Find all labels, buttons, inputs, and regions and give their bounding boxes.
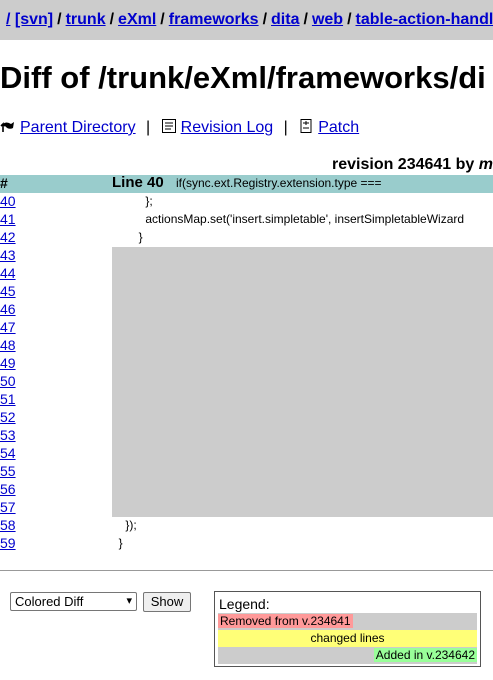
breadcrumb-exml-link[interactable]: eXml	[118, 11, 156, 28]
nav-divider: |	[146, 119, 151, 136]
diff-row: 50	[0, 373, 493, 391]
code-line: actionsMap.set('insert.simpletable', ins…	[112, 212, 465, 226]
diff-row: 54	[0, 445, 493, 463]
revision-author: m	[478, 156, 493, 173]
line-number-column-header: #	[0, 175, 8, 191]
legend-removed: Removed from v.234641	[218, 613, 477, 630]
line-number-link[interactable]: 48	[0, 337, 16, 353]
code-line: }	[112, 536, 123, 550]
line-number-link[interactable]: 52	[0, 409, 16, 425]
hunk-context: if(sync.ext.Registry.extension.type ===	[176, 176, 382, 190]
legend-changed: changed lines	[218, 630, 477, 647]
diff-row: 58 });	[0, 517, 493, 535]
diff-row: 57	[0, 499, 493, 517]
code-line: };	[112, 194, 153, 208]
nav-links: Parent Directory | Revision Log | Patch	[0, 118, 359, 137]
diff-row: 46	[0, 301, 493, 319]
revision-log-link[interactable]: Revision Log	[181, 119, 274, 136]
legend: Legend: Removed from v.234641 changed li…	[214, 591, 481, 667]
hunk-line-label: Line 40	[112, 174, 164, 191]
breadcrumb: / [svn] / trunk / eXml / frameworks / dita / web / t…	[6, 11, 493, 29]
breadcrumb-separator: /	[57, 11, 62, 28]
line-number-link[interactable]: 50	[0, 373, 16, 389]
line-number-link[interactable]: 49	[0, 355, 16, 371]
diff-row: 45	[0, 283, 493, 301]
breadcrumb-separator: /	[303, 11, 308, 28]
line-number-link[interactable]: 47	[0, 319, 16, 335]
revision-info: revision 234641 by m	[332, 156, 493, 174]
parent-directory-icon	[0, 122, 14, 132]
breadcrumb-bar: / [svn] / trunk / eXml / frameworks / dita / web / t…	[0, 0, 493, 40]
page-title: Diff of /trunk/eXml/frameworks/di	[0, 60, 486, 95]
diff-row: 53	[0, 427, 493, 445]
diff-row: 48	[0, 337, 493, 355]
line-number-link[interactable]: 40	[0, 193, 16, 209]
line-number-link[interactable]: 45	[0, 283, 16, 299]
legend-added: Added in v.234642	[218, 647, 477, 664]
diff-row: 42 }	[0, 229, 493, 247]
diff-row: 59 }	[0, 535, 493, 553]
breadcrumb-table-action-handler-link[interactable]: table-action-handler	[356, 11, 493, 28]
line-number-link[interactable]: 55	[0, 463, 16, 479]
diff-row: 56	[0, 481, 493, 499]
line-number-link[interactable]: 58	[0, 517, 16, 533]
code-line: });	[112, 518, 137, 532]
parent-directory-link[interactable]: Parent Directory	[20, 119, 136, 136]
line-number-link[interactable]: 59	[0, 535, 16, 551]
diff-row: 44	[0, 265, 493, 283]
line-number-link[interactable]: 51	[0, 391, 16, 407]
line-number-link[interactable]: 43	[0, 247, 16, 263]
breadcrumb-separator: /	[160, 11, 165, 28]
legend-removed-label: Removed from v.234641	[218, 614, 353, 628]
divider	[0, 570, 493, 571]
diff-format-select[interactable]: Colored Diff ▾	[10, 592, 137, 611]
line-number-link[interactable]: 41	[0, 211, 16, 227]
code-line: }	[112, 230, 143, 244]
chevron-down-icon: ▾	[126, 595, 132, 607]
diff-row: 40 };	[0, 193, 493, 211]
breadcrumb-frameworks-link[interactable]: frameworks	[169, 11, 259, 28]
diff-row: 52	[0, 409, 493, 427]
legend-added-label: Added in v.234642	[373, 648, 477, 662]
line-number-link[interactable]: 54	[0, 445, 16, 461]
line-number-link[interactable]: 53	[0, 427, 16, 443]
breadcrumb-separator: /	[347, 11, 352, 28]
diff-header: # Line 40 if(sync.ext.Registry.extension…	[0, 174, 493, 193]
diff-row: 49	[0, 355, 493, 373]
breadcrumb-dita-link[interactable]: dita	[271, 11, 299, 28]
breadcrumb-root-link[interactable]: /	[6, 11, 10, 28]
breadcrumb-separator: /	[262, 11, 268, 28]
breadcrumb-separator: /	[109, 11, 115, 28]
line-number-link[interactable]: 56	[0, 481, 16, 497]
legend-title: Legend:	[219, 596, 270, 612]
line-number-link[interactable]: 44	[0, 265, 16, 281]
nav-divider: |	[283, 119, 288, 136]
breadcrumb-trunk-link[interactable]: trunk	[66, 11, 106, 28]
diff-row: 41 actionsMap.set('insert.simpletable', …	[0, 211, 493, 229]
diff-format-value: Colored Diff	[15, 594, 84, 609]
diff-row: 47	[0, 319, 493, 337]
diff-row: 43	[0, 247, 493, 265]
line-number-link[interactable]: 46	[0, 301, 16, 317]
diff-row: 55	[0, 463, 493, 481]
revision-text: revision 234641 by	[332, 156, 475, 173]
line-number-link[interactable]: 42	[0, 229, 16, 245]
breadcrumb-svn-link[interactable]: [svn]	[15, 11, 53, 28]
show-button[interactable]: Show	[143, 592, 191, 612]
diff-row: 51	[0, 391, 493, 409]
patch-icon	[300, 119, 312, 133]
patch-link[interactable]: Patch	[318, 119, 359, 136]
revision-log-icon	[161, 119, 176, 133]
line-number-link[interactable]: 57	[0, 499, 16, 515]
breadcrumb-web-link[interactable]: web	[312, 11, 343, 28]
